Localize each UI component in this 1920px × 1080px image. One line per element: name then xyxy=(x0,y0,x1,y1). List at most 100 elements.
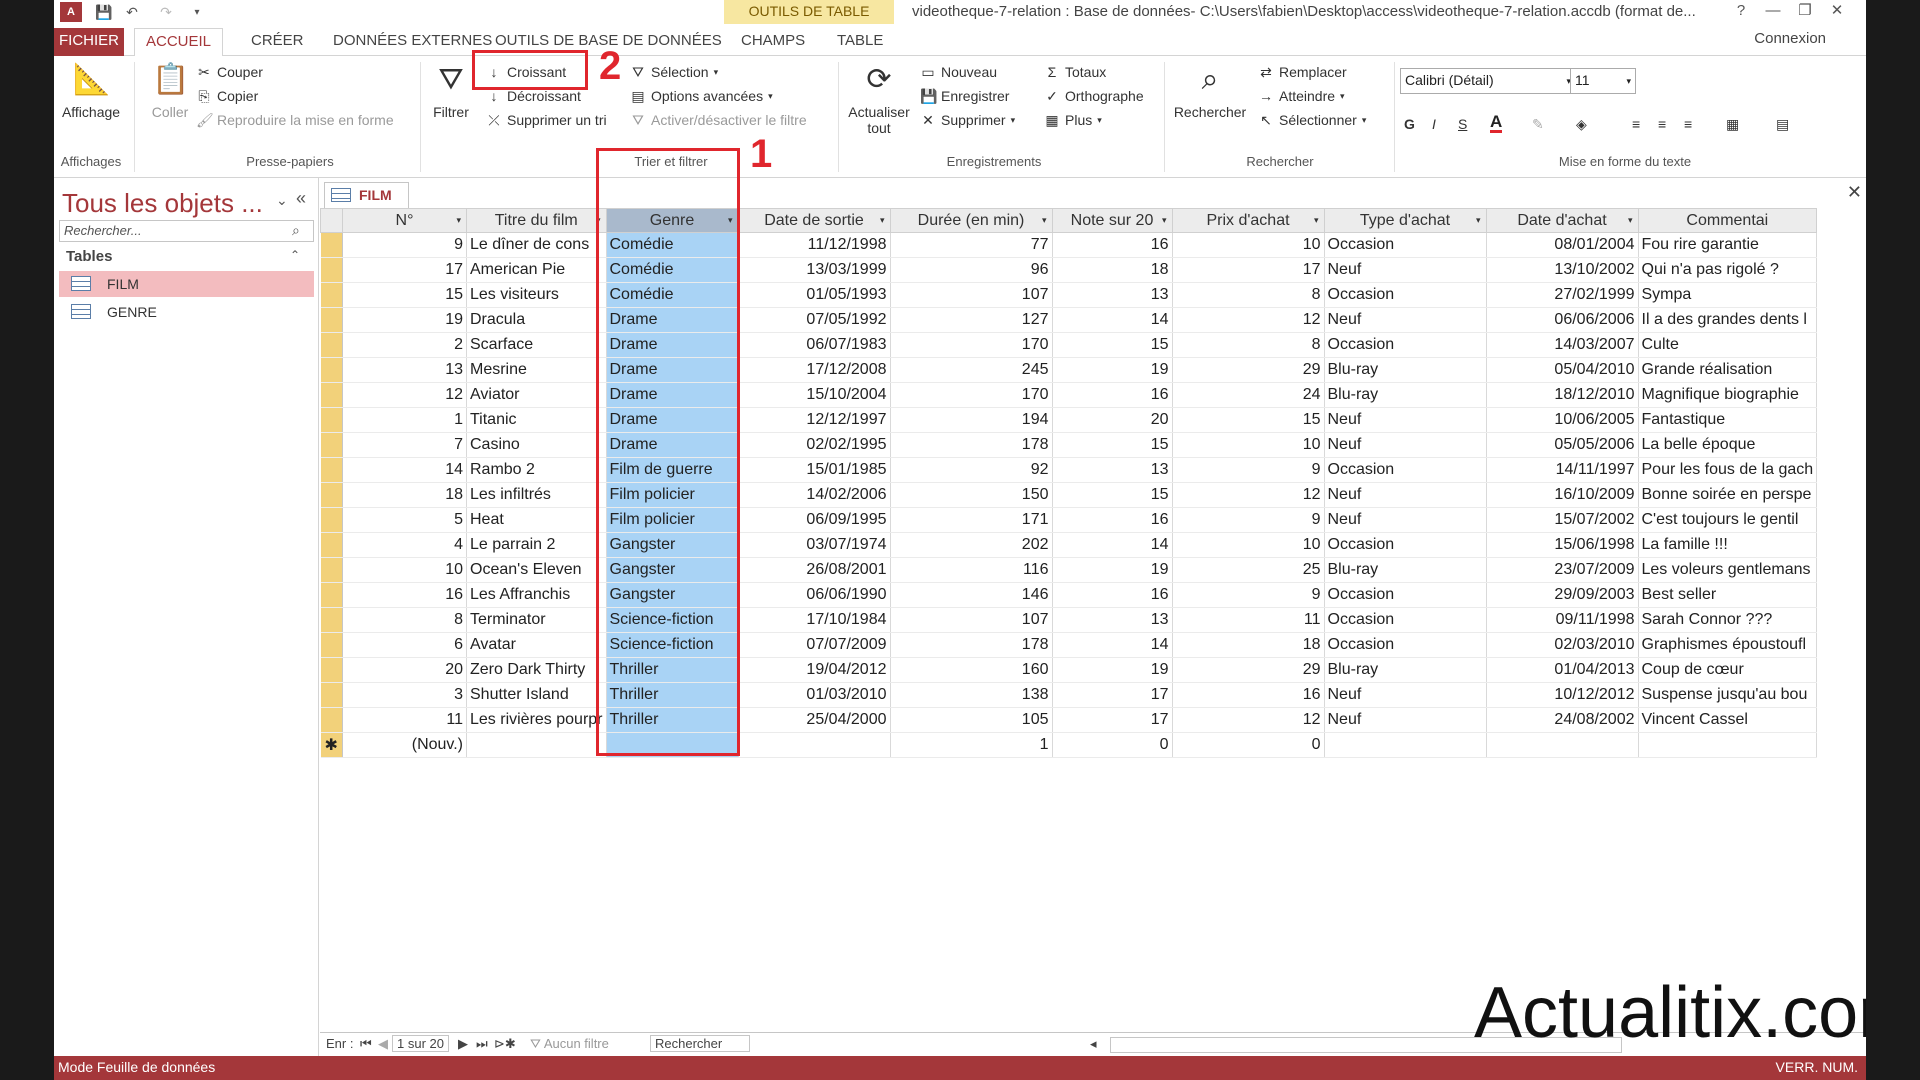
table-cell[interactable]: 15 xyxy=(1052,432,1173,458)
column-header-1[interactable]: Titre du film ▾ xyxy=(466,208,607,233)
table-cell[interactable]: 26/08/2001 xyxy=(738,557,891,583)
table-cell[interactable]: 1 xyxy=(342,407,467,433)
table-cell[interactable]: 11 xyxy=(342,707,467,733)
affichage-button[interactable]: 📐 Affichage xyxy=(58,60,124,120)
table-cell[interactable]: 5 xyxy=(342,507,467,533)
table-cell[interactable]: 0 xyxy=(1052,732,1173,758)
table-cell[interactable]: Neuf xyxy=(1324,432,1487,458)
table-cell[interactable]: Occasion xyxy=(1324,632,1487,658)
table-cell[interactable]: 17/10/1984 xyxy=(738,607,891,633)
bold-button[interactable]: G xyxy=(1404,116,1415,132)
column-header-0[interactable]: N° ▾ xyxy=(342,208,467,233)
nav-section-tables[interactable]: Tables xyxy=(66,248,112,265)
table-cell[interactable]: 8 xyxy=(342,607,467,633)
table-cell[interactable]: Rambo 2 xyxy=(466,457,607,483)
font-size-select[interactable]: 11 ▾ xyxy=(1570,68,1636,94)
table-cell[interactable]: 11 xyxy=(1172,607,1325,633)
table-cell[interactable]: Zero Dark Thirty xyxy=(466,657,607,683)
last-record-icon[interactable]: ⏭ xyxy=(476,1036,488,1052)
restore-icon[interactable]: ❐ xyxy=(1790,0,1820,22)
table-cell[interactable]: Le parrain 2 xyxy=(466,532,607,558)
table-cell[interactable]: 20 xyxy=(1052,407,1173,433)
close-document-icon[interactable]: ✕ xyxy=(1847,182,1862,203)
table-cell[interactable]: 146 xyxy=(890,582,1053,608)
table-cell[interactable]: Bonne soirée en perspe xyxy=(1638,482,1818,508)
table-cell[interactable]: 16 xyxy=(1052,507,1173,533)
table-cell[interactable]: Shutter Island xyxy=(466,682,607,708)
table-cell[interactable]: Blu-ray xyxy=(1324,357,1487,383)
chevron-down-icon[interactable]: ▾ xyxy=(1162,215,1167,226)
tab-film-document[interactable]: FILM xyxy=(324,182,409,208)
table-cell[interactable]: 105 xyxy=(890,707,1053,733)
row-selector[interactable] xyxy=(320,332,343,358)
row-selector[interactable] xyxy=(320,532,343,558)
remplacer-button[interactable]: ⇄ Remplacer xyxy=(1258,64,1347,80)
font-color-button[interactable]: A xyxy=(1490,113,1503,133)
chevron-down-icon[interactable]: ▾ xyxy=(456,215,461,226)
activer-filtre-button[interactable]: ⛛ Activer/désactiver le filtre xyxy=(630,112,807,128)
table-cell[interactable]: 11/12/1998 xyxy=(738,232,891,258)
table-cell[interactable]: 06/06/2006 xyxy=(1486,307,1639,333)
table-cell[interactable]: Occasion xyxy=(1324,332,1487,358)
table-cell[interactable]: Grande réalisation xyxy=(1638,357,1818,383)
table-cell[interactable]: 18 xyxy=(1052,257,1173,283)
row-selector[interactable] xyxy=(320,282,343,308)
table-cell[interactable]: 77 xyxy=(890,232,1053,258)
table-cell[interactable]: Best seller xyxy=(1638,582,1818,608)
table-cell[interactable]: 27/02/1999 xyxy=(1486,282,1639,308)
table-cell[interactable]: 14 xyxy=(1052,307,1173,333)
undo-icon[interactable]: ↶ xyxy=(122,2,142,22)
nav-item-genre[interactable]: GENRE xyxy=(59,299,314,325)
table-cell[interactable]: 06/09/1995 xyxy=(738,507,891,533)
table-cell[interactable]: 25 xyxy=(1172,557,1325,583)
table-cell[interactable]: 3 xyxy=(342,682,467,708)
table-cell[interactable]: 194 xyxy=(890,407,1053,433)
row-selector[interactable] xyxy=(320,407,343,433)
table-cell[interactable]: Neuf xyxy=(1324,407,1487,433)
table-cell[interactable]: Les voleurs gentlemans xyxy=(1638,557,1818,583)
table-cell[interactable]: 18 xyxy=(342,482,467,508)
prev-record-icon[interactable]: ◀ xyxy=(378,1036,388,1052)
table-cell[interactable]: Culte xyxy=(1638,332,1818,358)
search-icon[interactable]: ⌕ xyxy=(292,222,300,239)
table-cell[interactable]: 06/07/1983 xyxy=(738,332,891,358)
table-cell[interactable]: 10 xyxy=(1172,232,1325,258)
options-avancees-button[interactable]: ▤ Options avancées ▾ xyxy=(630,88,772,104)
column-header-6[interactable]: Prix d'achat ▾ xyxy=(1171,208,1325,233)
table-cell[interactable]: 15 xyxy=(342,282,467,308)
first-record-icon[interactable]: ⏮ xyxy=(360,1036,372,1052)
totaux-button[interactable]: Σ Totaux xyxy=(1044,64,1107,80)
new-row-marker[interactable]: ✱ xyxy=(320,732,343,758)
table-cell[interactable]: 160 xyxy=(890,657,1053,683)
table-cell[interactable]: Sarah Connor ??? xyxy=(1638,607,1818,633)
selectionner-button[interactable]: ↖ Sélectionner ▾ xyxy=(1258,112,1366,128)
table-cell[interactable]: 2 xyxy=(342,332,467,358)
table-cell[interactable]: Avatar xyxy=(466,632,607,658)
table-cell[interactable]: Occasion xyxy=(1324,532,1487,558)
table-cell[interactable]: C'est toujours le gentil xyxy=(1638,507,1818,533)
chevron-down-icon[interactable]: ▾ xyxy=(1042,215,1047,226)
table-cell[interactable]: 18 xyxy=(1172,632,1325,658)
table-cell[interactable]: 16 xyxy=(1052,582,1173,608)
table-cell[interactable]: 14 xyxy=(1052,632,1173,658)
row-selector[interactable] xyxy=(320,457,343,483)
italic-button[interactable]: I xyxy=(1432,116,1436,132)
table-cell[interactable]: La famille !!! xyxy=(1638,532,1818,558)
table-cell[interactable]: 20 xyxy=(342,657,467,683)
table-cell[interactable]: Le dîner de cons xyxy=(466,232,607,258)
table-cell[interactable]: 07/05/1992 xyxy=(738,307,891,333)
table-cell[interactable]: 9 xyxy=(1172,507,1325,533)
table-cell[interactable]: 16 xyxy=(1052,232,1173,258)
nav-dropdown-icon[interactable]: ⌄ xyxy=(276,192,288,209)
table-cell[interactable]: Les rivières pourpr xyxy=(466,707,607,733)
table-cell[interactable]: 202 xyxy=(890,532,1053,558)
orthographe-button[interactable]: ✓ Orthographe xyxy=(1044,88,1143,104)
gridlines-icon[interactable]: ▦ xyxy=(1726,116,1739,133)
table-cell[interactable]: 18/12/2010 xyxy=(1486,382,1639,408)
table-cell[interactable]: 12 xyxy=(1172,307,1325,333)
table-cell[interactable]: 13 xyxy=(1052,282,1173,308)
table-cell[interactable]: Occasion xyxy=(1324,232,1487,258)
table-cell[interactable]: Les Affranchis xyxy=(466,582,607,608)
row-selector[interactable] xyxy=(320,607,343,633)
table-cell[interactable]: 15/07/2002 xyxy=(1486,507,1639,533)
